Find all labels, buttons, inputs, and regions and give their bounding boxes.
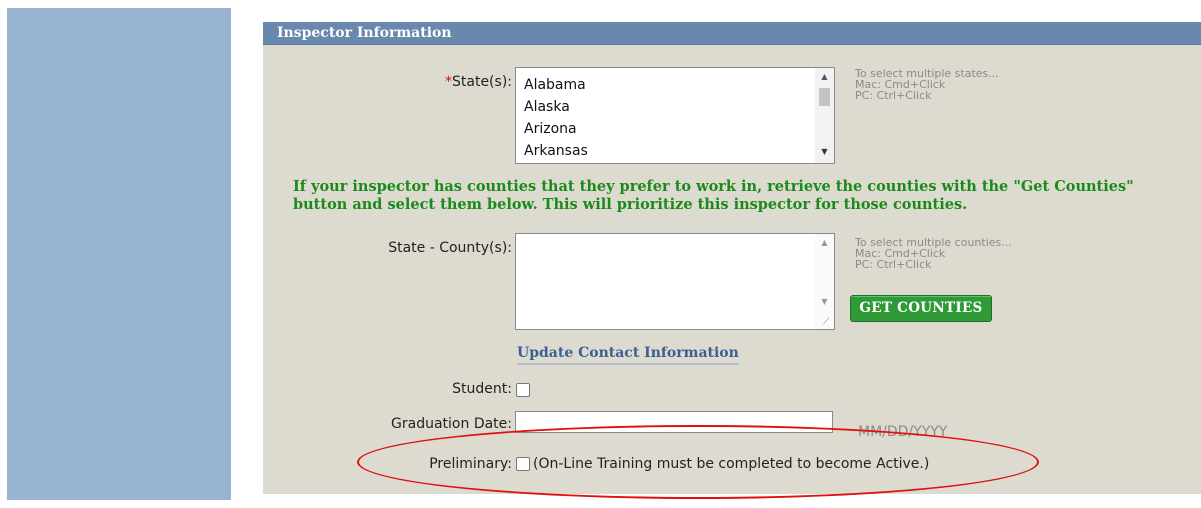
student-checkbox[interactable] bbox=[516, 383, 530, 397]
counties-scrollbar[interactable]: ▲ ▼ bbox=[815, 234, 834, 329]
graduation-date-label: Graduation Date: bbox=[391, 416, 512, 432]
state-option[interactable]: Alaska bbox=[524, 96, 588, 118]
counties-label: State - County(s): bbox=[388, 240, 512, 256]
panel-header: Inspector Information bbox=[263, 22, 1201, 45]
states-scroll-thumb[interactable] bbox=[819, 88, 830, 106]
scroll-down-arrow-icon[interactable]: ▼ bbox=[815, 297, 834, 307]
state-option[interactable]: Arkansas bbox=[524, 140, 588, 162]
state-option[interactable]: Alabama bbox=[524, 74, 588, 96]
panel-title: Inspector Information bbox=[277, 25, 452, 41]
scroll-up-arrow-icon[interactable]: ▲ bbox=[815, 238, 834, 248]
student-label: Student: bbox=[452, 381, 512, 397]
states-hint-pc: PC: Ctrl+Click bbox=[855, 89, 932, 102]
states-listbox[interactable]: Alabama Alaska Arizona Arkansas ▲ ▼ bbox=[515, 67, 835, 164]
states-options: Alabama Alaska Arizona Arkansas bbox=[524, 74, 588, 162]
inspector-information-panel: Inspector Information *State(s): Alabama… bbox=[263, 22, 1201, 494]
required-marker: * bbox=[445, 74, 452, 90]
left-sidebar bbox=[7, 8, 231, 500]
scroll-down-arrow-icon[interactable]: ▼ bbox=[815, 147, 834, 157]
counties-notice: If your inspector has counties that they… bbox=[293, 178, 1134, 213]
counties-hint-pc: PC: Ctrl+Click bbox=[855, 258, 932, 271]
states-label-text: State(s): bbox=[452, 74, 512, 90]
update-contact-link[interactable]: Update Contact Information bbox=[517, 345, 739, 365]
resize-grip-icon[interactable]: ⟋ bbox=[823, 318, 833, 328]
states-scrollbar[interactable]: ▲ ▼ bbox=[815, 68, 834, 163]
counties-listbox[interactable]: ▲ ▼ ⟋ bbox=[515, 233, 835, 330]
state-option[interactable]: Arizona bbox=[524, 118, 588, 140]
scroll-up-arrow-icon[interactable]: ▲ bbox=[815, 72, 834, 82]
states-label: *State(s): bbox=[445, 74, 512, 90]
get-counties-button[interactable]: GET COUNTIES bbox=[850, 295, 992, 322]
highlight-ellipse-annotation bbox=[357, 425, 1039, 499]
